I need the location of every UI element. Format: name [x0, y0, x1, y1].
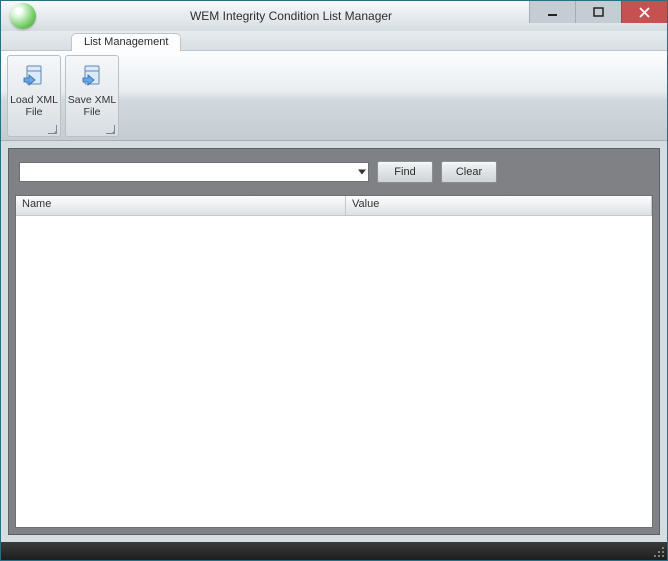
dialog-launcher-icon[interactable]	[48, 125, 57, 134]
chevron-down-icon	[358, 170, 366, 175]
titlebar: WEM Integrity Condition List Manager	[1, 1, 667, 31]
results-list: Name Value	[15, 195, 653, 528]
find-button[interactable]: Find	[377, 161, 433, 183]
load-xml-icon	[20, 62, 48, 90]
column-header-name[interactable]: Name	[16, 196, 346, 215]
app-window: WEM Integrity Condition List Manager Lis…	[0, 0, 668, 561]
minimize-icon	[547, 7, 558, 18]
app-icon	[10, 3, 36, 29]
load-xml-label: Load XML File	[10, 94, 58, 118]
load-xml-button[interactable]: Load XML File	[7, 55, 61, 137]
save-xml-icon	[78, 62, 106, 90]
list-body[interactable]	[16, 216, 652, 527]
save-xml-button[interactable]: Save XML File	[65, 55, 119, 137]
clear-button[interactable]: Clear	[441, 161, 497, 183]
window-controls	[529, 1, 667, 23]
ribbon-tabstrip: List Management	[1, 31, 667, 51]
search-combo[interactable]	[19, 162, 369, 182]
content-area: Find Clear Name Value	[1, 141, 667, 542]
maximize-button[interactable]	[575, 1, 621, 23]
ribbon: Load XML File Save XML File	[1, 51, 667, 141]
dialog-launcher-icon[interactable]	[106, 125, 115, 134]
resize-grip[interactable]	[653, 546, 665, 558]
statusbar	[1, 542, 667, 560]
search-row: Find Clear	[9, 149, 659, 195]
list-header: Name Value	[16, 196, 652, 216]
window-title: WEM Integrity Condition List Manager	[45, 9, 537, 23]
close-button[interactable]	[621, 1, 667, 23]
save-xml-label: Save XML File	[68, 94, 116, 118]
close-icon	[639, 7, 650, 18]
list-panel: Find Clear Name Value	[8, 148, 660, 535]
tab-list-management[interactable]: List Management	[71, 33, 181, 51]
column-header-value[interactable]: Value	[346, 196, 652, 215]
maximize-icon	[593, 7, 604, 18]
app-menu-button[interactable]	[1, 1, 45, 31]
minimize-button[interactable]	[529, 1, 575, 23]
